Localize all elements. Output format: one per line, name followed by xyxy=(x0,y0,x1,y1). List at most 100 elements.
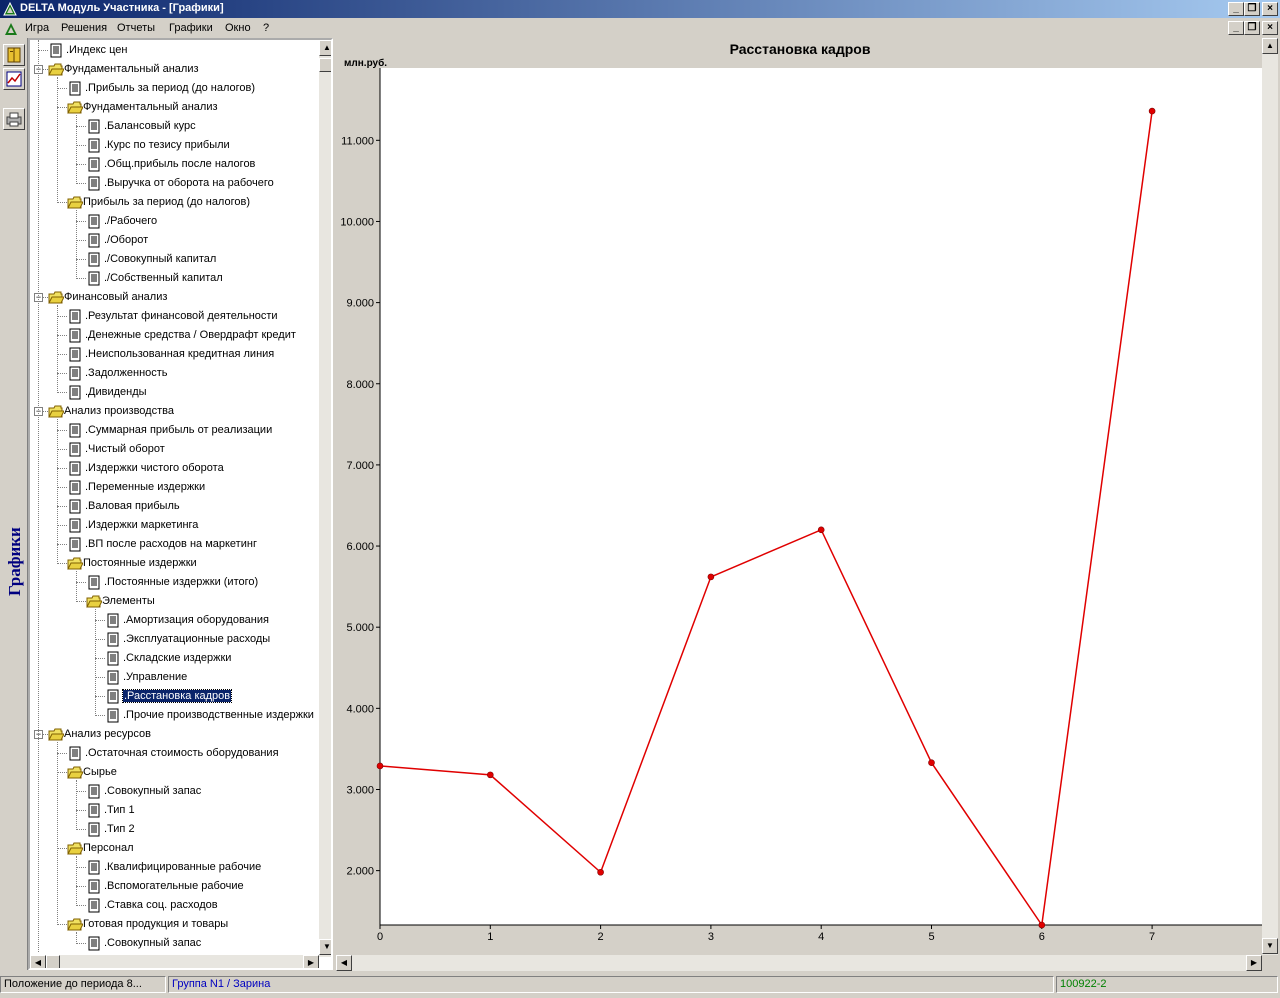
tree-doc-node[interactable]: .Эксплуатационные расходы xyxy=(30,630,320,649)
tree-doc-node[interactable]: .Неиспользованная кредитная линия xyxy=(30,345,320,364)
tree-vertical-scrollbar[interactable]: ▲ ▼ xyxy=(319,40,331,957)
tree-doc-node[interactable]: ./Оборот xyxy=(30,231,320,250)
tree-doc-node[interactable]: .Задолженность xyxy=(30,364,320,383)
tree-connector xyxy=(57,373,67,374)
scroll-right-button[interactable]: ▶ xyxy=(303,955,319,968)
tree-doc-node[interactable]: .Управление xyxy=(30,668,320,687)
tree-guide-line xyxy=(76,571,77,602)
document-icon xyxy=(107,689,119,704)
tree-folder-node[interactable]: Сырье xyxy=(30,763,320,782)
menu-reports[interactable]: Отчеты xyxy=(117,22,155,34)
close-button[interactable]: × xyxy=(1262,2,1278,16)
window-title: DELTA Модуль Участника - [Графики] xyxy=(20,2,224,14)
tree-doc-node[interactable]: .Тип 2 xyxy=(30,820,320,839)
tree-doc-node[interactable]: .Результат финансовой деятельности xyxy=(30,307,320,326)
book-button[interactable] xyxy=(3,44,25,66)
child-restore-button[interactable]: ❐ xyxy=(1244,21,1260,35)
child-minimize-button[interactable]: _ xyxy=(1228,21,1244,35)
tree-connector xyxy=(57,107,67,108)
chart-scroll-down-button[interactable]: ▼ xyxy=(1262,938,1278,954)
tree-doc-node[interactable]: .Постоянные издержки (итого) xyxy=(30,573,320,592)
tree-doc-node[interactable]: .Выручка от оборота на рабочего xyxy=(30,174,320,193)
tree-doc-node[interactable]: .Остаточная стоимость оборудования xyxy=(30,744,320,763)
tree-doc-node[interactable]: .Общ.прибыль после налогов xyxy=(30,155,320,174)
tree-doc-node[interactable]: ./Рабочего xyxy=(30,212,320,231)
tree-doc-node[interactable]: .Издержки чистого оборота xyxy=(30,459,320,478)
tree-doc-node[interactable]: .Совокупный запас xyxy=(30,782,320,801)
mdi-child-icon[interactable] xyxy=(4,22,18,36)
print-button[interactable] xyxy=(3,108,25,130)
chart-horizontal-scrollbar[interactable]: ◀ ▶ xyxy=(336,955,1262,971)
menu-game[interactable]: Игра xyxy=(25,22,49,34)
scroll-thumb[interactable] xyxy=(319,58,331,72)
menu-window[interactable]: Окно xyxy=(225,22,251,34)
tree-doc-node[interactable]: .Дивиденды xyxy=(30,383,320,402)
tree-doc-node[interactable]: .Квалифицированные рабочие xyxy=(30,858,320,877)
tree-doc-node[interactable]: .Складские издержки xyxy=(30,649,320,668)
tree-folder-node[interactable]: Готовая продукция и товары xyxy=(30,915,320,934)
chart-vertical-scrollbar[interactable]: ▲ ▼ xyxy=(1262,38,1278,955)
child-close-button[interactable]: × xyxy=(1262,21,1278,35)
tree-doc-node[interactable]: .Суммарная прибыль от реализации xyxy=(30,421,320,440)
tree-doc-node[interactable]: .Издержки маркетинга xyxy=(30,516,320,535)
tree-doc-node[interactable]: .Амортизация оборудования xyxy=(30,611,320,630)
x-tick-label: 1 xyxy=(487,931,493,943)
tree-doc-node[interactable]: .Совокупный запас xyxy=(30,934,320,953)
tree-connector xyxy=(76,164,86,165)
document-icon xyxy=(69,442,81,457)
tree-node-label: .Неиспользованная кредитная линия xyxy=(85,348,275,360)
tree-doc-node[interactable]: .Прибыль за период (до налогов) xyxy=(30,79,320,98)
hscroll-thumb[interactable] xyxy=(46,955,60,968)
tree-folder-node[interactable]: Фундаментальный анализ xyxy=(30,98,320,117)
tree-doc-node[interactable]: .Чистый оборот xyxy=(30,440,320,459)
tree-folder-node[interactable]: Персонал xyxy=(30,839,320,858)
tree-node-label: .Прочие производственные издержки xyxy=(123,709,314,721)
scroll-up-button[interactable]: ▲ xyxy=(319,40,331,56)
tree-folder-node[interactable]: Анализ ресурсов − xyxy=(30,725,320,744)
chart-scroll-right-button[interactable]: ▶ xyxy=(1246,955,1262,971)
menu-help[interactable]: ? xyxy=(263,22,269,34)
tree-doc-node[interactable]: .Переменные издержки xyxy=(30,478,320,497)
y-tick-label: 5.000 xyxy=(346,622,374,634)
menu-decisions[interactable]: Решения xyxy=(61,22,107,34)
tree-doc-node[interactable]: .Денежные средства / Овердрафт кредит xyxy=(30,326,320,345)
tree-doc-node[interactable]: .Тип 1 xyxy=(30,801,320,820)
chart-scroll-up-button[interactable]: ▲ xyxy=(1262,38,1278,54)
tree-doc-node[interactable]: .Балансовый курс xyxy=(30,117,320,136)
tree-folder-node[interactable]: Элементы xyxy=(30,592,320,611)
tree-doc-node[interactable]: .Курс по тезису прибыли xyxy=(30,136,320,155)
folder-open-icon xyxy=(67,101,83,114)
y-tick-label: 6.000 xyxy=(346,541,374,553)
chart-button[interactable] xyxy=(3,68,25,90)
chart-scroll-left-button[interactable]: ◀ xyxy=(336,955,352,971)
tree-doc-node[interactable]: .ВП после расходов на маркетинг xyxy=(30,535,320,554)
tree-guide-line xyxy=(76,780,77,830)
document-icon xyxy=(88,157,100,172)
tree-connector xyxy=(76,259,86,260)
scroll-left-button[interactable]: ◀ xyxy=(30,955,46,968)
tree-connector xyxy=(76,221,86,222)
tree-doc-node[interactable]: .Вспомогательные рабочие xyxy=(30,877,320,896)
document-icon xyxy=(88,138,100,153)
tree-folder-node[interactable]: Постоянные издержки xyxy=(30,554,320,573)
tree-doc-node[interactable]: .Ставка соц. расходов xyxy=(30,896,320,915)
tree-horizontal-scrollbar[interactable]: ◀ ▶ xyxy=(30,955,319,968)
tree-doc-node[interactable]: .Валовая прибыль xyxy=(30,497,320,516)
tree-folder-node[interactable]: Прибыль за период (до налогов) xyxy=(30,193,320,212)
tree-folder-node[interactable]: Фундаментальный анализ − xyxy=(30,60,320,79)
tree-node-label: .Тип 1 xyxy=(104,804,135,816)
tree-doc-node[interactable]: .Расстановка кадров xyxy=(30,687,320,706)
tree-folder-node[interactable]: Финансовый анализ − xyxy=(30,288,320,307)
document-icon xyxy=(69,385,81,400)
tree-doc-node[interactable]: .Индекс цен xyxy=(30,41,320,60)
tree-doc-node[interactable]: .Прочие производственные издержки xyxy=(30,706,320,725)
tree-doc-node[interactable]: ./Совокупный капитал xyxy=(30,250,320,269)
tree-doc-node[interactable]: ./Собственный капитал xyxy=(30,269,320,288)
minimize-button[interactable]: _ xyxy=(1228,2,1244,16)
scroll-down-button[interactable]: ▼ xyxy=(319,939,331,955)
document-icon xyxy=(69,480,81,495)
restore-button[interactable]: ❐ xyxy=(1244,2,1260,16)
tree-folder-node[interactable]: Анализ производства − xyxy=(30,402,320,421)
folder-open-icon xyxy=(48,728,64,741)
menu-charts[interactable]: Графики xyxy=(169,22,213,34)
